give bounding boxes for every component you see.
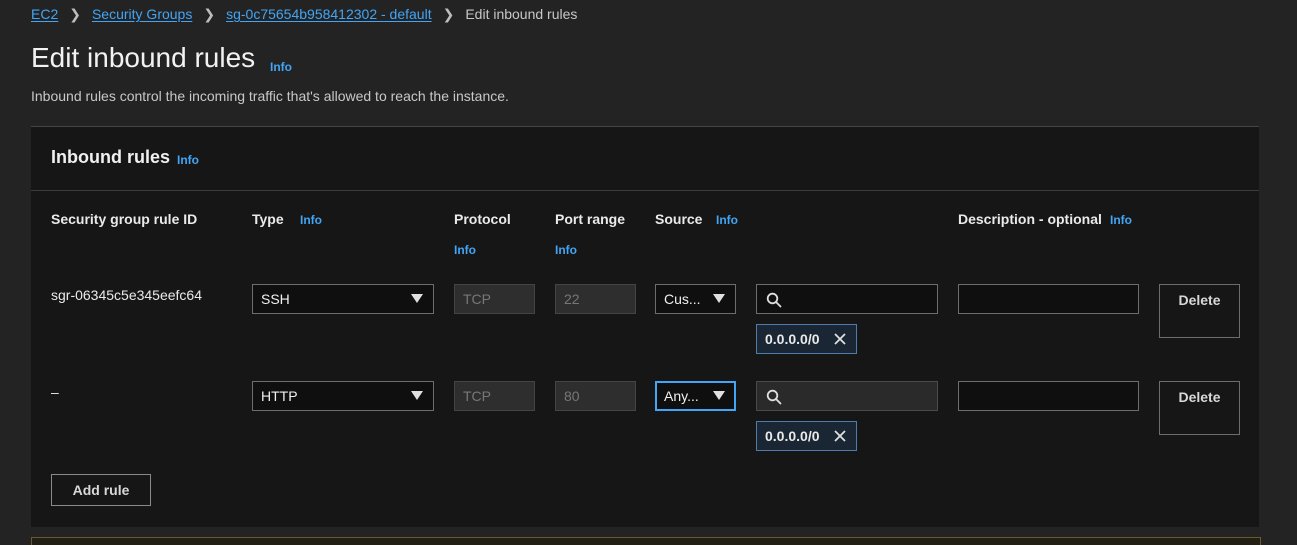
source-type-select[interactable]: Any... (655, 381, 736, 411)
caret-down-icon (713, 391, 725, 400)
port-range-input: 22 (555, 284, 636, 314)
caret-down-icon (411, 294, 423, 303)
panel-info-link[interactable]: Info (177, 153, 199, 167)
protocol-info-link[interactable]: Info (454, 243, 476, 257)
port-range-info-link[interactable]: Info (555, 243, 577, 257)
breadcrumb-link-security-groups[interactable]: Security Groups (92, 6, 192, 22)
source-info-link[interactable]: Info (716, 213, 738, 227)
close-icon[interactable] (833, 332, 847, 346)
source-type-select-value: Any... (664, 388, 699, 404)
breadcrumb: EC2 ❯ Security Groups ❯ sg-0c75654b95841… (31, 5, 577, 23)
protocol-input: TCP (454, 284, 535, 314)
delete-rule-button[interactable]: Delete (1159, 381, 1240, 435)
protocol-input: TCP (454, 381, 535, 411)
column-header-type: Type (252, 211, 284, 227)
edit-inbound-rules-page: EC2 ❯ Security Groups ❯ sg-0c75654b95841… (0, 0, 1297, 545)
column-header-protocol: Protocol (454, 211, 511, 227)
column-header-description: Description - optional (958, 211, 1102, 227)
search-icon (766, 389, 782, 405)
caret-down-icon (713, 294, 725, 303)
panel-header: Inbound rules Info (31, 127, 1259, 191)
delete-rule-button[interactable]: Delete (1159, 284, 1240, 338)
caret-down-icon (411, 391, 423, 400)
breadcrumb-link-ec2[interactable]: EC2 (31, 6, 58, 22)
inbound-rules-panel: Inbound rules Info Security group rule I… (31, 126, 1259, 527)
type-select[interactable]: SSH (252, 284, 434, 314)
panel-title: Inbound rules (51, 147, 170, 167)
chevron-right-icon: ❯ (203, 5, 216, 22)
breadcrumb-link-security-group[interactable]: sg-0c75654b958412302 - default (226, 6, 432, 22)
description-info-link[interactable]: Info (1110, 213, 1132, 227)
cidr-token-label: 0.0.0.0/0 (765, 428, 820, 444)
rule-id-cell: – (51, 384, 59, 400)
page-description: Inbound rules control the incoming traff… (31, 88, 509, 104)
chevron-right-icon: ❯ (69, 5, 81, 22)
type-select[interactable]: HTTP (252, 381, 434, 411)
source-type-select-value: Cus... (664, 291, 701, 307)
source-search-input[interactable] (756, 284, 938, 314)
description-input[interactable] (958, 284, 1139, 314)
page-title-info-link[interactable]: Info (270, 60, 292, 74)
column-header-port-range: Port range (555, 211, 626, 227)
alert-banner-edge (31, 537, 1261, 545)
cidr-token: 0.0.0.0/0 (756, 324, 857, 354)
cidr-token: 0.0.0.0/0 (756, 421, 857, 451)
column-header-rule-id: Security group rule ID (51, 211, 198, 227)
column-header-source: Source (655, 211, 703, 227)
source-search-input[interactable] (756, 381, 938, 411)
search-icon (766, 292, 782, 308)
source-type-select[interactable]: Cus... (655, 284, 736, 314)
page-title: Edit inbound rules (31, 42, 256, 73)
breadcrumb-current: Edit inbound rules (465, 6, 578, 22)
port-range-input: 80 (555, 381, 636, 411)
cidr-token-label: 0.0.0.0/0 (765, 331, 820, 347)
description-input[interactable] (958, 381, 1139, 411)
chevron-right-icon: ❯ (442, 5, 455, 22)
rule-id-cell: sgr-06345c5e345eefc64 (51, 287, 203, 303)
type-select-value: SSH (261, 291, 290, 307)
close-icon[interactable] (833, 429, 847, 443)
add-rule-button[interactable]: Add rule (51, 474, 151, 506)
type-info-link[interactable]: Info (300, 213, 322, 227)
type-select-value: HTTP (261, 388, 298, 404)
